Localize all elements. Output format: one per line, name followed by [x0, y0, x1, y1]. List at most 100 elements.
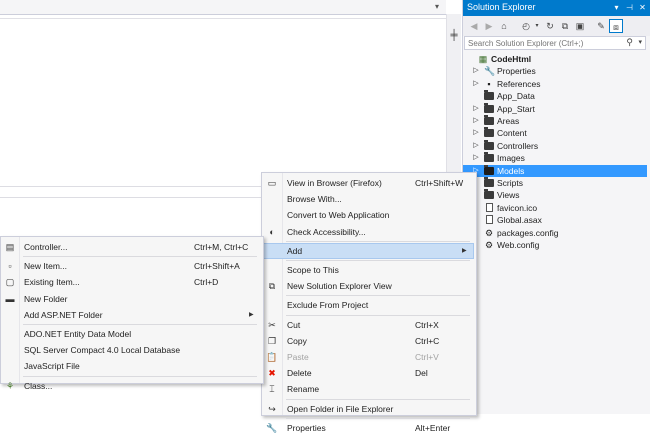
tree-item-properties[interactable]: ▷ 🔧 Properties: [463, 65, 647, 77]
collapse-all-icon[interactable]: ⧉: [558, 19, 572, 33]
tree-item-references[interactable]: ▷ ▪ References: [463, 78, 647, 90]
tree-item-images[interactable]: ▷ Images: [463, 152, 647, 164]
menu-item-label: Scope to This: [287, 265, 339, 275]
menu-separator: [286, 417, 470, 419]
add-submenu-item-add-asp-net-folder[interactable]: Add ASP.NET Folder ▶: [1, 307, 261, 323]
tree-item-label: favicon.ico: [497, 202, 538, 213]
context-menu-item-open-folder-in-file-explorer[interactable]: ↪ Open Folder in File Explorer: [262, 401, 474, 417]
tree-item-codehtml[interactable]: ▦ CodeHtml: [463, 53, 647, 65]
chevron-down-icon[interactable]: ▾: [432, 2, 442, 12]
menu-item-label: Properties: [287, 422, 326, 433]
search-icon[interactable]: ⚲: [626, 37, 633, 48]
menu-separator: [286, 240, 470, 242]
tree-item-label: Images: [497, 153, 525, 164]
config-file-icon: ⚙: [484, 240, 494, 250]
forward-icon[interactable]: ▶: [482, 19, 496, 33]
tree-item-views[interactable]: Views: [463, 189, 647, 201]
tree-item-areas[interactable]: ▷ Areas: [463, 115, 647, 127]
context-menu-item-new-solution-explorer-view[interactable]: ⧉ New Solution Explorer View: [262, 278, 474, 294]
chevron-down-icon[interactable]: ▾: [611, 2, 622, 13]
folder-icon: [484, 102, 494, 114]
back-icon[interactable]: ◀: [467, 19, 481, 33]
menu-item-label: Controller...: [24, 242, 68, 252]
folder-icon: [484, 177, 494, 188]
context-menu-item-cut[interactable]: ✂ Cut Ctrl+X: [262, 317, 474, 333]
show-all-files-icon[interactable]: ▣: [573, 19, 587, 33]
rename-icon: ⌶: [269, 384, 275, 395]
add-submenu-item-controller[interactable]: ▤ Controller... Ctrl+M, Ctrl+C: [1, 239, 261, 255]
chevron-down-icon[interactable]: ▾: [530, 19, 544, 33]
solution-explorer-search: ⚲ ▾: [464, 36, 646, 50]
expand-arrow-icon[interactable]: ▷: [472, 65, 480, 77]
expand-arrow-icon[interactable]: ▷: [472, 103, 480, 115]
tree-item-favicon-ico[interactable]: favicon.ico: [463, 202, 647, 214]
add-submenu-item-ado-net-entity-data-model[interactable]: ADO.NET Entity Data Model: [1, 326, 261, 342]
menu-separator: [286, 295, 470, 297]
context-menu-item-check-accessibility[interactable]: ◐ Check Accessibility...: [262, 224, 474, 240]
context-menu-item-copy[interactable]: ❐ Copy Ctrl+C: [262, 333, 474, 349]
add-submenu: ▤ Controller... Ctrl+M, Ctrl+C ▫ New Item...…: [0, 236, 264, 391]
expand-arrow-icon[interactable]: ▷: [472, 127, 480, 139]
tree-item-label: Content: [497, 128, 527, 139]
context-menu-item-add[interactable]: Add ▶: [262, 242, 474, 259]
menu-separator: [23, 324, 257, 325]
pin-icon[interactable]: ⊣: [624, 2, 635, 13]
context-menu-item-view-in-browser-firefox[interactable]: ▭ View in Browser (Firefox) Ctrl+Shift+W: [262, 175, 474, 191]
tree-item-global-asax[interactable]: Global.asax: [463, 214, 647, 226]
editor-navigation-bar[interactable]: [0, 0, 446, 15]
tree-item-app-start[interactable]: ▷ App_Start: [463, 102, 647, 115]
properties-icon[interactable]: ✎: [594, 19, 608, 33]
menu-item-shortcut: Alt+Enter: [415, 422, 451, 433]
menu-item-label: View in Browser (Firefox): [287, 178, 382, 188]
tree-item-label: Areas: [497, 116, 520, 126]
tree-item-label: App_Start: [497, 103, 535, 114]
context-menu-item-rename[interactable]: ⌶ Rename: [262, 381, 474, 397]
context-menu-item-exclude-from-project[interactable]: Exclude From Project: [262, 297, 474, 313]
add-submenu-item-existing-item[interactable]: ▢ Existing Item... Ctrl+D: [1, 274, 261, 290]
tree-item-packages-config[interactable]: ⚙ packages.config: [463, 227, 647, 239]
chevron-down-icon[interactable]: ▾: [638, 37, 642, 49]
submenu-arrow-icon: ▶: [462, 247, 467, 254]
submenu-arrow-icon: ▶: [249, 311, 254, 318]
menu-item-label: JavaScript File: [24, 361, 80, 372]
context-menu-item-scope-to-this[interactable]: Scope to This: [262, 262, 474, 278]
tree-item-scripts[interactable]: Scripts: [463, 177, 647, 189]
delete-icon: ✖: [268, 368, 276, 379]
context-menu-item-convert-to-web-application[interactable]: Convert to Web Application: [262, 207, 474, 223]
preview-selected-items-icon[interactable]: ⧈: [609, 19, 623, 33]
add-submenu-item-sql-server-compact-4-0-local-database[interactable]: SQL Server Compact 4.0 Local Database: [1, 342, 261, 358]
home-icon[interactable]: ⌂: [497, 19, 511, 33]
expand-arrow-icon[interactable]: ▷: [472, 115, 480, 127]
menu-separator: [286, 398, 470, 400]
menu-item-shortcut: Ctrl+C: [415, 335, 440, 346]
menu-item-shortcut: Ctrl+Shift+W: [415, 178, 464, 188]
context-menu-item-properties[interactable]: 🔧 Properties Alt+Enter: [262, 420, 474, 436]
tree-item-label: packages.config: [497, 227, 559, 238]
tree-item-content[interactable]: ▷ Content: [463, 127, 647, 139]
menu-separator: [286, 260, 470, 261]
menu-item-shortcut: Del: [415, 368, 428, 379]
split-window-icon[interactable]: ╪: [449, 30, 459, 42]
context-menu-item-delete[interactable]: ✖ Delete Del: [262, 365, 474, 381]
menu-item-label: Add: [287, 245, 303, 256]
menu-item-label: Delete: [287, 368, 312, 379]
menu-item-shortcut: Ctrl+V: [415, 352, 439, 362]
folder-icon: [484, 139, 494, 151]
refresh-icon[interactable]: ↻: [543, 19, 557, 33]
expand-arrow-icon[interactable]: ▷: [472, 152, 480, 164]
cut-icon: ✂: [268, 319, 276, 330]
tree-item-web-config[interactable]: ⚙ Web.config: [463, 239, 647, 251]
tree-item-controllers[interactable]: ▷ Controllers: [463, 139, 647, 152]
tree-item-label: Models: [497, 165, 525, 176]
add-submenu-item-javascript-file[interactable]: JavaScript File: [1, 358, 261, 374]
expand-arrow-icon[interactable]: ▷: [472, 140, 480, 152]
tree-item-models[interactable]: ▷ Models: [463, 164, 647, 177]
add-submenu-item-class[interactable]: ⚘ Class...: [1, 378, 261, 394]
expand-arrow-icon[interactable]: ▷: [472, 78, 480, 90]
context-menu-item-browse-with[interactable]: Browse With...: [262, 191, 474, 207]
tree-item-app-data[interactable]: App_Data: [463, 90, 647, 102]
add-submenu-item-new-item[interactable]: ▫ New Item... Ctrl+Shift+A: [1, 258, 261, 274]
add-submenu-item-new-folder[interactable]: ▬ New Folder: [1, 291, 261, 307]
search-input[interactable]: [468, 38, 618, 48]
close-icon[interactable]: ✕: [637, 2, 648, 13]
